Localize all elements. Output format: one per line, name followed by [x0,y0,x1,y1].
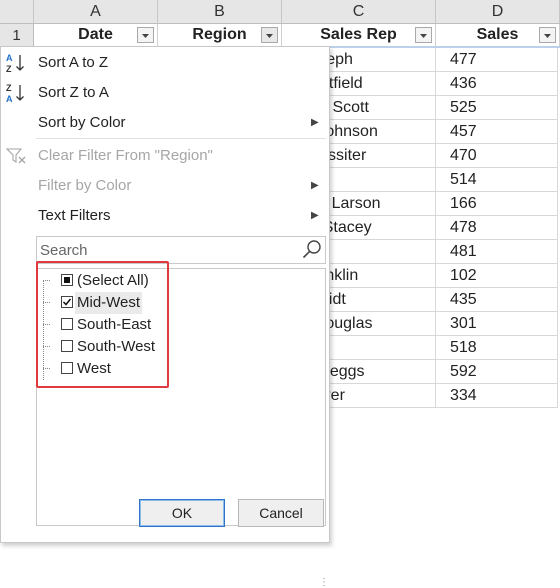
cell-sales[interactable]: 592 [436,360,558,384]
resize-grip-icon[interactable]: ⋮ [319,577,329,588]
menu-label-sort-a-z: Sort A to Z [38,54,109,71]
filter-search-box[interactable]: Search [36,236,326,264]
cell-sales[interactable]: 102 [436,264,558,288]
menu-item-text-filters[interactable]: Text Filters ▶ [1,201,329,231]
menu-label-filter-by-color: Filter by Color [38,177,132,194]
search-icon[interactable] [301,239,323,261]
submenu-arrow-icon: ▶ [311,117,319,128]
header-cell-region[interactable]: Region [158,24,282,48]
filter-dropdown-region[interactable] [261,27,278,43]
submenu-arrow-icon: ▶ [311,210,319,221]
highlight-annotation [36,261,169,388]
svg-text:A: A [6,94,13,104]
filter-dropdown-sales-rep[interactable] [415,27,432,43]
header-cell-sales-rep[interactable]: Sales Rep [282,24,436,48]
menu-item-sort-by-color[interactable]: Sort by Color ▶ [1,108,329,138]
filter-dropdown-date[interactable] [137,27,154,43]
header-label-date: Date [78,26,113,43]
dropdown-arrow-icon [142,34,149,38]
row-number-1[interactable]: 1 [0,24,34,48]
cell-sales[interactable]: 481 [436,240,558,264]
column-header-b[interactable]: B [158,0,282,24]
menu-item-clear-filter: Clear Filter From "Region" [1,141,329,171]
cell-sales[interactable]: 301 [436,312,558,336]
sort-za-icon: Z A [6,83,24,104]
menu-label-text-filters: Text Filters [38,207,111,224]
header-cell-date[interactable]: Date [34,24,158,48]
cell-sales[interactable]: 166 [436,192,558,216]
cancel-button[interactable]: Cancel [238,499,324,527]
svg-text:A: A [6,53,13,63]
column-header-d[interactable]: D [436,0,560,24]
menu-item-filter-by-color: Filter by Color ▶ [1,171,329,201]
cell-sales[interactable]: 514 [436,168,558,192]
cell-sales[interactable]: 457 [436,120,558,144]
cell-sales[interactable]: 334 [436,384,558,408]
dropdown-arrow-icon [544,34,551,38]
cell-sales[interactable]: 436 [436,72,558,96]
menu-label-sort-by-color: Sort by Color [38,114,126,131]
column-header-c[interactable]: C [282,0,436,24]
clear-filter-icon [5,148,26,164]
cell-sales[interactable]: 525 [436,96,558,120]
menu-separator [36,138,326,139]
cell-sales[interactable]: 435 [436,288,558,312]
menu-label-sort-z-a: Sort Z to A [38,84,109,101]
menu-item-sort-a-z[interactable]: A Z Sort A to Z [1,48,329,78]
menu-item-sort-z-a[interactable]: Z A Sort Z to A [1,78,329,108]
sort-az-icon: A Z [6,53,24,74]
ok-button[interactable]: OK [139,499,225,527]
filter-dropdown-sales[interactable] [539,27,556,43]
dropdown-arrow-icon [420,34,427,38]
svg-text:Z: Z [6,83,12,93]
dropdown-arrow-icon [266,34,273,38]
search-placeholder: Search [40,242,88,259]
cell-sales[interactable]: 470 [436,144,558,168]
column-header-a[interactable]: A [34,0,158,24]
header-label-region: Region [192,26,247,43]
svg-text:Z: Z [6,64,12,74]
cell-sales[interactable]: 518 [436,336,558,360]
submenu-arrow-icon: ▶ [311,180,319,191]
cell-sales[interactable]: 478 [436,216,558,240]
header-cell-sales[interactable]: Sales [436,24,560,48]
corner-select-all[interactable] [0,0,34,24]
header-label-sales-rep: Sales Rep [320,26,397,43]
menu-label-clear-filter: Clear Filter From "Region" [38,147,213,164]
header-label-sales: Sales [476,26,519,43]
cell-sales[interactable]: 477 [436,48,558,72]
